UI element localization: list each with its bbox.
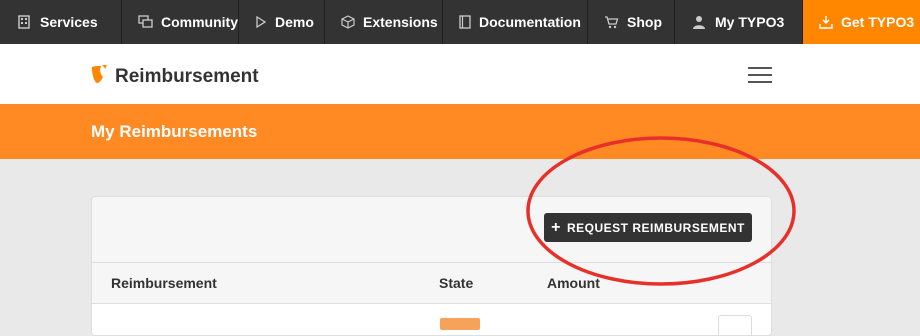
play-icon [255,14,267,30]
top-navigation: Services Community Demo Extensions Docum… [0,0,920,44]
nav-get-typo3-label: Get TYPO3 [841,14,915,30]
table-header: Reimbursement State Amount [92,263,771,304]
request-reimbursement-button[interactable]: + REQUEST REIMBURSEMENT [544,213,752,242]
nav-community-label: Community [161,14,238,30]
download-icon [819,14,833,30]
nav-get-typo3[interactable]: Get TYPO3 [803,0,920,44]
plus-icon: + [551,218,561,236]
nav-services-label: Services [40,14,98,30]
typo3-logo-icon [91,64,109,89]
row-action-button[interactable] [718,315,752,335]
nav-my-typo3-label: My TYPO3 [715,14,785,30]
nav-community[interactable]: Community [122,0,239,44]
book-icon [459,14,471,30]
nav-demo-label: Demo [275,14,314,30]
column-header-state[interactable]: State [439,275,473,291]
nav-shop-label: Shop [627,14,662,30]
table-row [92,304,771,335]
nav-shop[interactable]: Shop [588,0,675,44]
nav-extensions[interactable]: Extensions [325,0,443,44]
hamburger-menu-icon[interactable] [748,67,772,83]
nav-services[interactable]: Services [0,0,122,44]
nav-my-typo3[interactable]: My TYPO3 [675,0,803,44]
request-reimbursement-label: REQUEST REIMBURSEMENT [567,220,745,235]
site-header: Reimbursement [0,44,920,104]
cube-icon [341,14,355,30]
nav-documentation[interactable]: Documentation [443,0,588,44]
page-title: My Reimbursements [91,122,258,141]
reimbursements-card: + REQUEST REIMBURSEMENT Reimbursement St… [91,196,772,336]
page-banner: My Reimbursements [0,104,920,159]
nav-demo[interactable]: Demo [239,0,325,44]
nav-documentation-label: Documentation [479,14,581,30]
nav-extensions-label: Extensions [363,14,438,30]
column-header-reimbursement[interactable]: Reimbursement [111,275,217,291]
user-icon [691,14,707,30]
state-badge [440,318,480,330]
card-toolbar: + REQUEST REIMBURSEMENT [92,197,771,263]
cart-icon [604,14,619,30]
column-header-amount[interactable]: Amount [547,275,600,291]
site-title: Reimbursement [115,65,259,87]
building-icon [16,14,32,30]
site-logo[interactable]: Reimbursement [91,64,259,89]
chat-icon [138,14,153,30]
